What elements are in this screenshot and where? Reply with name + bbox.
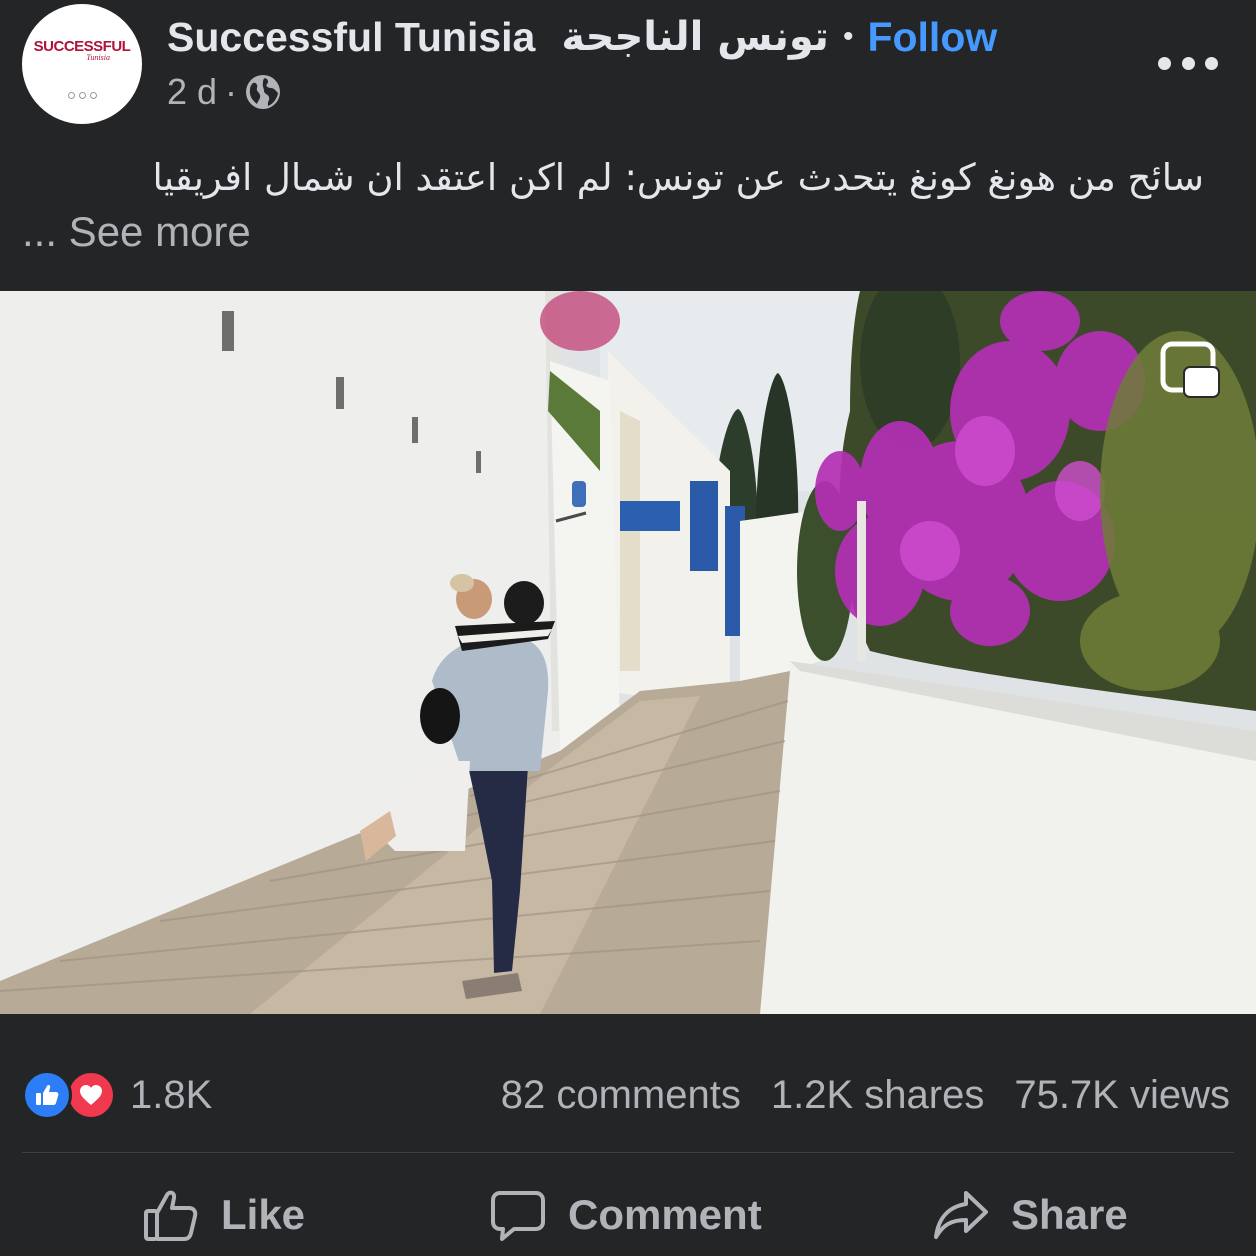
share-button[interactable]: Share	[933, 1180, 1128, 1250]
avatar-logo-text: SUCCESSFUL	[33, 38, 131, 55]
share-label: Share	[1011, 1191, 1128, 1238]
views-count: 75.7K views	[1014, 1072, 1230, 1117]
post-video[interactable]	[0, 291, 1256, 1014]
engagement-stats: 82 comments 1.2K shares 75.7K views	[501, 1070, 1230, 1120]
avatar-logo-subtext: Tunisia	[86, 53, 110, 62]
thumbs-up-icon	[144, 1190, 198, 1241]
like-button[interactable]: Like	[143, 1180, 305, 1250]
post-meta: 2 d ·	[167, 70, 281, 114]
avatar-social-dots	[67, 92, 97, 99]
comment-bubble-icon	[491, 1191, 545, 1241]
post-timestamp[interactable]: 2 d	[167, 71, 217, 113]
action-bar: Like Comment Share	[0, 1180, 1256, 1250]
picture-in-picture-icon[interactable]	[1160, 341, 1222, 403]
meta-separator: ·	[225, 71, 238, 112]
facebook-post: SUCCESSFUL Tunisia Successful Tunisia تو…	[0, 0, 1256, 1256]
video-frame	[0, 291, 1256, 1014]
shares-count[interactable]: 1.2K shares	[771, 1073, 984, 1118]
love-icon	[66, 1070, 116, 1120]
reaction-count: 1.8K	[130, 1072, 213, 1117]
post-header-title: Successful Tunisia تونس الناجحة • Follow	[167, 12, 997, 62]
page-name-link[interactable]: Successful Tunisia	[167, 14, 535, 61]
more-options-icon[interactable]	[1158, 48, 1218, 78]
follow-button[interactable]: Follow	[867, 14, 997, 61]
comments-count[interactable]: 82 comments	[501, 1073, 741, 1118]
globe-icon	[246, 75, 281, 109]
like-label: Like	[221, 1191, 306, 1238]
like-icon	[22, 1070, 72, 1120]
comment-label: Comment	[568, 1191, 762, 1238]
title-separator: •	[842, 20, 854, 53]
post-caption: سائح من هونغ كونغ يتحدث عن تونس: لم اكن …	[152, 156, 1204, 199]
see-more-link[interactable]: ... See more	[22, 208, 251, 256]
stats-divider	[22, 1152, 1234, 1153]
page-name-arabic[interactable]: تونس الناجحة	[561, 14, 829, 60]
reactions-summary[interactable]: 1.8K	[22, 1070, 212, 1120]
comment-button[interactable]: Comment	[490, 1180, 762, 1250]
page-avatar[interactable]: SUCCESSFUL Tunisia	[22, 4, 142, 124]
share-arrow-icon	[934, 1191, 988, 1239]
